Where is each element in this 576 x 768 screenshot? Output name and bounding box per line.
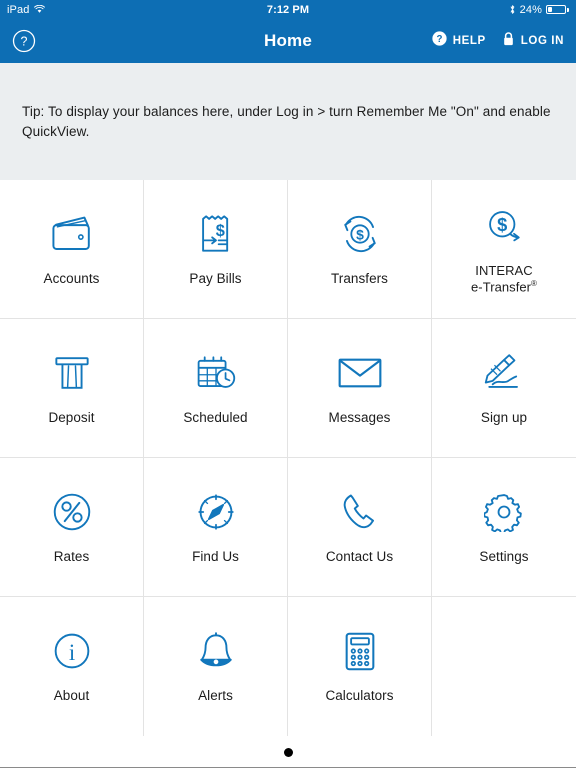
tile-label: Pay Bills	[189, 270, 242, 286]
help-button[interactable]: ? HELP	[432, 31, 486, 51]
tile-accounts[interactable]: Accounts	[0, 180, 144, 319]
tip-banner-text: Tip: To display your balances here, unde…	[22, 103, 551, 139]
app-root: iPad 7:12 PM 24% ? Home ? HELP LOG IN Ti…	[0, 0, 576, 768]
tile-label: INTERAC e-Transfer®	[471, 263, 537, 295]
transfer-arrows-dollar-icon: $	[338, 211, 382, 257]
bill-dollar-icon: $	[197, 211, 235, 257]
tile-label-line2: e-Transfer	[471, 279, 532, 295]
tile-about[interactable]: i About	[0, 597, 144, 736]
tile-label-line1: INTERAC	[475, 262, 533, 278]
tile-rates[interactable]: Rates	[0, 458, 144, 597]
help-button-label: HELP	[452, 35, 486, 47]
compass-icon	[196, 489, 236, 535]
tile-sign-up[interactable]: Sign up	[432, 319, 576, 458]
gear-icon	[484, 489, 524, 535]
tile-deposit[interactable]: Deposit	[0, 319, 144, 458]
navigation-bar: ? Home ? HELP LOG IN	[0, 19, 576, 63]
tile-label: Alerts	[198, 688, 233, 704]
calendar-clock-icon	[194, 350, 238, 396]
tile-interac-etransfer[interactable]: $ INTERAC e-Transfer®	[432, 180, 576, 319]
info-circle-icon: i	[52, 628, 92, 674]
bell-icon	[196, 628, 236, 674]
tile-scheduled[interactable]: Scheduled	[144, 319, 288, 458]
svg-text:?: ?	[21, 35, 28, 49]
status-bar-left: iPad	[7, 3, 46, 16]
wallet-icon	[49, 211, 95, 257]
svg-text:?: ?	[436, 34, 442, 45]
home-tile-grid: Accounts $ Pay Bills $ Transfers $ INTER…	[0, 180, 576, 736]
tile-find-us[interactable]: Find Us	[144, 458, 288, 597]
tile-label: Messages	[328, 409, 391, 425]
interac-dollar-circle-arrow-icon: $	[482, 203, 526, 249]
lock-icon	[502, 31, 515, 52]
tile-label: Deposit	[48, 409, 95, 425]
tile-label: Sign up	[480, 409, 528, 425]
status-bar-clock: 7:12 PM	[266, 3, 310, 16]
question-mark-badge-icon: ?	[432, 31, 447, 51]
calculator-icon	[344, 628, 376, 674]
pen-signature-icon	[482, 350, 526, 396]
tile-label: Transfers	[331, 270, 388, 286]
ios-status-bar: iPad 7:12 PM 24%	[0, 0, 576, 19]
tile-calculators[interactable]: Calculators	[288, 597, 432, 736]
tile-settings[interactable]: Settings	[432, 458, 576, 597]
tile-label: Calculators	[325, 688, 394, 704]
tile-label: Find Us	[192, 548, 239, 564]
svg-text:$: $	[356, 226, 364, 242]
status-bar-right: 24%	[509, 4, 569, 16]
navigation-actions: ? HELP LOG IN	[432, 31, 564, 52]
wifi-icon	[34, 4, 46, 14]
phone-handset-icon	[340, 489, 380, 535]
battery-icon	[546, 4, 569, 15]
tile-label: Rates	[53, 548, 90, 564]
tile-pay-bills[interactable]: $ Pay Bills	[144, 180, 288, 319]
tile-label: About	[53, 688, 90, 704]
tile-alerts[interactable]: Alerts	[144, 597, 288, 736]
svg-text:i: i	[68, 640, 74, 665]
tile-label: Accounts	[43, 270, 100, 286]
tile-messages[interactable]: Messages	[288, 319, 432, 458]
tip-banner: Tip: To display your balances here, unde…	[0, 63, 576, 180]
bluetooth-icon	[509, 4, 516, 15]
registered-mark: ®	[531, 278, 537, 288]
tile-label: Settings	[479, 548, 529, 564]
svg-text:$: $	[497, 214, 507, 235]
svg-text:$: $	[215, 222, 224, 240]
tile-label: Contact Us	[325, 548, 394, 564]
page-indicator[interactable]	[0, 736, 576, 768]
tile-empty-slot	[432, 597, 576, 736]
tile-contact-us[interactable]: Contact Us	[288, 458, 432, 597]
login-button-label: LOG IN	[520, 35, 564, 47]
page-dot-active[interactable]	[283, 747, 293, 757]
device-name-label: iPad	[7, 3, 30, 16]
percent-circle-icon	[52, 489, 92, 535]
question-circle-icon[interactable]: ?	[12, 29, 36, 53]
envelope-icon	[337, 350, 383, 396]
deposit-slot-icon	[51, 350, 93, 396]
battery-percent-label: 24%	[519, 3, 542, 16]
tile-transfers[interactable]: $ Transfers	[288, 180, 432, 319]
tile-label: Scheduled	[183, 409, 248, 425]
login-button[interactable]: LOG IN	[502, 31, 564, 52]
